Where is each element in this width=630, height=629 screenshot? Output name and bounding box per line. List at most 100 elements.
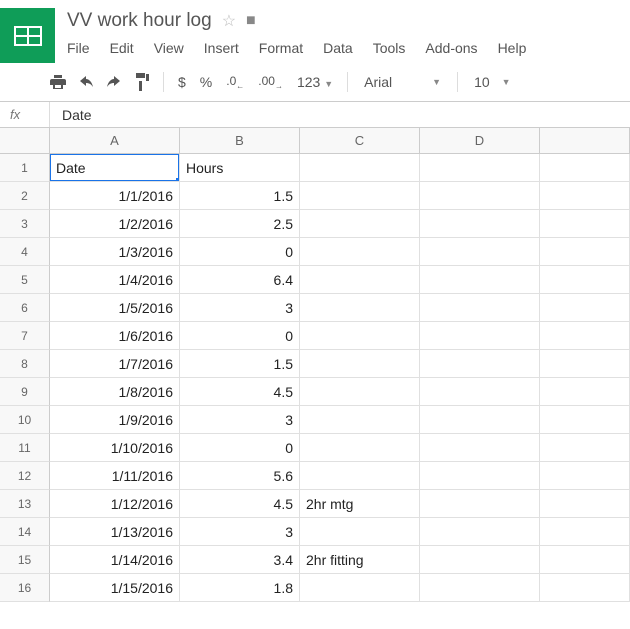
- row-header[interactable]: 5: [0, 266, 50, 294]
- cell[interactable]: [540, 518, 630, 546]
- cell[interactable]: 2hr mtg: [300, 490, 420, 518]
- print-icon[interactable]: [45, 71, 71, 93]
- cell[interactable]: 1/8/2016: [50, 378, 180, 406]
- increase-decimal-button[interactable]: .00→: [252, 74, 289, 90]
- cell[interactable]: [420, 518, 540, 546]
- cell[interactable]: [540, 238, 630, 266]
- cell[interactable]: [420, 406, 540, 434]
- cell[interactable]: [540, 490, 630, 518]
- menu-addons[interactable]: Add-ons: [415, 36, 487, 60]
- menu-format[interactable]: Format: [249, 36, 313, 60]
- cell[interactable]: 2hr fitting: [300, 546, 420, 574]
- cell[interactable]: 1/5/2016: [50, 294, 180, 322]
- cell[interactable]: [420, 154, 540, 182]
- cell[interactable]: 3: [180, 518, 300, 546]
- cell[interactable]: 1/15/2016: [50, 574, 180, 602]
- cell[interactable]: 1.5: [180, 182, 300, 210]
- col-header-c[interactable]: C: [300, 128, 420, 154]
- row-header[interactable]: 15: [0, 546, 50, 574]
- row-header[interactable]: 14: [0, 518, 50, 546]
- cell[interactable]: [540, 378, 630, 406]
- cell[interactable]: 1/2/2016: [50, 210, 180, 238]
- cell[interactable]: 1/14/2016: [50, 546, 180, 574]
- menu-view[interactable]: View: [144, 36, 194, 60]
- cell[interactable]: [420, 266, 540, 294]
- row-header[interactable]: 1: [0, 154, 50, 182]
- cell[interactable]: [300, 406, 420, 434]
- row-header[interactable]: 12: [0, 462, 50, 490]
- cell[interactable]: 1/11/2016: [50, 462, 180, 490]
- cell[interactable]: [420, 378, 540, 406]
- cell[interactable]: [540, 350, 630, 378]
- cell[interactable]: 3: [180, 406, 300, 434]
- cell[interactable]: 0: [180, 238, 300, 266]
- cell[interactable]: [540, 462, 630, 490]
- cell[interactable]: 1/12/2016: [50, 490, 180, 518]
- undo-icon[interactable]: [73, 71, 99, 93]
- cell[interactable]: [300, 182, 420, 210]
- row-header[interactable]: 10: [0, 406, 50, 434]
- cell[interactable]: Hours: [180, 154, 300, 182]
- cell[interactable]: 1/6/2016: [50, 322, 180, 350]
- cell[interactable]: [300, 574, 420, 602]
- redo-icon[interactable]: [101, 71, 127, 93]
- row-header[interactable]: 9: [0, 378, 50, 406]
- menu-tools[interactable]: Tools: [363, 36, 416, 60]
- cell[interactable]: [540, 182, 630, 210]
- cell[interactable]: 3.4: [180, 546, 300, 574]
- cell[interactable]: [420, 546, 540, 574]
- cell[interactable]: [300, 210, 420, 238]
- cell[interactable]: 1.8: [180, 574, 300, 602]
- cell[interactable]: Date: [50, 154, 180, 182]
- row-header[interactable]: 4: [0, 238, 50, 266]
- cell[interactable]: [300, 462, 420, 490]
- document-title[interactable]: VV work hour log: [67, 10, 212, 32]
- cell[interactable]: [540, 546, 630, 574]
- cell[interactable]: [300, 238, 420, 266]
- cell[interactable]: 1/1/2016: [50, 182, 180, 210]
- cell[interactable]: [420, 322, 540, 350]
- cell[interactable]: [300, 518, 420, 546]
- cell[interactable]: [420, 210, 540, 238]
- cell[interactable]: [540, 154, 630, 182]
- col-header-e[interactable]: [540, 128, 630, 154]
- row-header[interactable]: 7: [0, 322, 50, 350]
- cell[interactable]: [300, 378, 420, 406]
- cell[interactable]: 1/3/2016: [50, 238, 180, 266]
- row-header[interactable]: 16: [0, 574, 50, 602]
- cell[interactable]: [300, 322, 420, 350]
- row-header[interactable]: 8: [0, 350, 50, 378]
- currency-button[interactable]: $: [172, 74, 192, 90]
- more-formats-button[interactable]: 123 ▼: [291, 74, 339, 90]
- cell[interactable]: [300, 350, 420, 378]
- font-select[interactable]: Arial▼: [356, 74, 449, 90]
- cell[interactable]: [540, 210, 630, 238]
- cell[interactable]: [420, 182, 540, 210]
- cell[interactable]: 2.5: [180, 210, 300, 238]
- select-all-corner[interactable]: [0, 128, 50, 154]
- cell[interactable]: 1/9/2016: [50, 406, 180, 434]
- cell[interactable]: 1/4/2016: [50, 266, 180, 294]
- cell[interactable]: 0: [180, 434, 300, 462]
- cell[interactable]: [420, 434, 540, 462]
- cell[interactable]: 0: [180, 322, 300, 350]
- cell[interactable]: [300, 154, 420, 182]
- cell[interactable]: [540, 294, 630, 322]
- decrease-decimal-button[interactable]: .0←: [220, 74, 250, 90]
- cell[interactable]: [420, 574, 540, 602]
- row-header[interactable]: 2: [0, 182, 50, 210]
- col-header-a[interactable]: A: [50, 128, 180, 154]
- row-header[interactable]: 13: [0, 490, 50, 518]
- cell[interactable]: [420, 490, 540, 518]
- cell[interactable]: [420, 238, 540, 266]
- percent-button[interactable]: %: [194, 74, 218, 90]
- cell[interactable]: [540, 322, 630, 350]
- cell[interactable]: 1/7/2016: [50, 350, 180, 378]
- sheets-logo[interactable]: [0, 8, 55, 63]
- menu-data[interactable]: Data: [313, 36, 363, 60]
- font-size-select[interactable]: 10▼: [466, 74, 519, 90]
- cell[interactable]: [420, 294, 540, 322]
- star-icon[interactable]: ☆: [222, 11, 236, 31]
- cell[interactable]: [540, 406, 630, 434]
- folder-icon[interactable]: ■: [246, 12, 256, 30]
